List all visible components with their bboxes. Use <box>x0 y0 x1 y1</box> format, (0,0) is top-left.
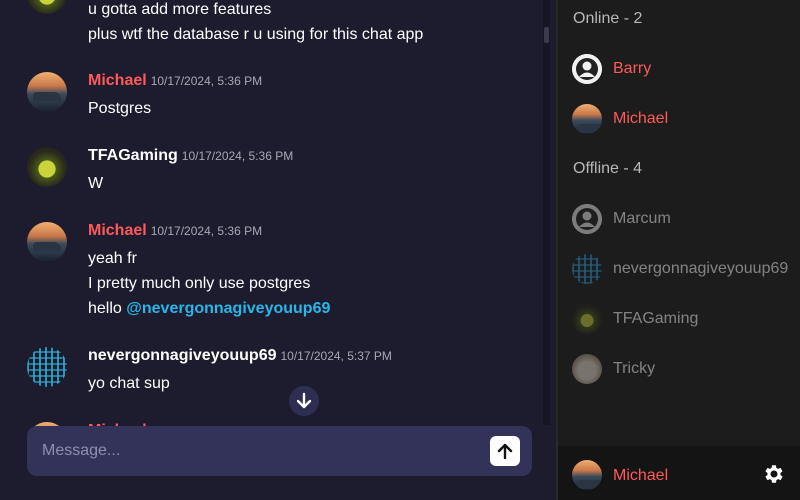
avatar[interactable] <box>27 0 67 14</box>
message-text: W <box>88 175 104 192</box>
member-name: TFAGaming <box>613 310 699 327</box>
avatar[interactable] <box>27 72 67 112</box>
settings-button[interactable] <box>762 462 786 486</box>
message-text: Postgres <box>88 100 152 117</box>
avatar <box>572 254 602 284</box>
online-section-title: Online - 2 <box>573 10 643 27</box>
chat-panel: u gotta add more features plus wtf the d… <box>0 0 556 500</box>
current-user-bar: Michael <box>558 446 800 500</box>
member-list: Online - 2 Barry Michael Offline - 4 Mar… <box>558 0 800 500</box>
message-text: yo chat sup <box>88 375 170 392</box>
message-input[interactable] <box>42 426 482 476</box>
user-mention[interactable]: @nevergonnagiveyouup69 <box>126 300 330 317</box>
message-author[interactable]: nevergonnagiveyouup69 <box>88 347 277 364</box>
current-user-name: Michael <box>613 467 669 484</box>
message-text-part: hello <box>88 300 122 317</box>
gear-icon <box>765 465 783 483</box>
message-timestamp: 10/17/2024, 5:37 PM <box>280 349 392 363</box>
member-name: nevergonnagiveyouup69 <box>613 260 789 277</box>
avatar <box>572 304 602 334</box>
member-item[interactable]: Michael <box>558 99 800 139</box>
arrow-up-icon <box>497 443 513 460</box>
message-header: TFAGaming 10/17/2024, 5:36 PM <box>88 147 293 165</box>
jump-to-bottom-button[interactable] <box>289 386 319 416</box>
message-timestamp: 10/17/2024, 5:36 PM <box>150 74 263 88</box>
message-author[interactable]: Michael <box>88 72 147 89</box>
message-text: yeah fr <box>88 250 137 267</box>
default-avatar-icon <box>572 54 602 84</box>
message-timestamp: 10/17/2024, 5:36 PM <box>150 224 263 238</box>
message-header: Michael 10/17/2024, 5:36 PM <box>88 72 262 90</box>
message-author[interactable]: Michael <box>88 222 147 239</box>
member-item[interactable]: TFAGaming <box>558 299 800 339</box>
member-name: Marcum <box>613 210 671 227</box>
default-avatar-icon <box>572 204 602 234</box>
message-text: I pretty much only use postgres <box>88 275 311 292</box>
message-header: Michael 10/17/2024, 5:36 PM <box>88 222 262 240</box>
avatar[interactable] <box>27 222 67 262</box>
send-button[interactable] <box>490 436 520 466</box>
avatar <box>572 104 602 134</box>
message-author[interactable]: TFAGaming <box>88 147 178 164</box>
avatar[interactable] <box>27 147 67 187</box>
member-item[interactable]: nevergonnagiveyouup69 <box>558 249 800 289</box>
member-item[interactable]: Marcum <box>558 199 800 239</box>
avatar <box>572 354 602 384</box>
member-item[interactable]: Barry <box>558 49 800 89</box>
member-name: Tricky <box>613 360 656 377</box>
message-header: nevergonnagiveyouup69 10/17/2024, 5:37 PM <box>88 347 392 365</box>
message-timestamp: 10/17/2024, 5:36 PM <box>181 149 294 163</box>
scrollbar-thumb[interactable] <box>544 27 549 43</box>
message-text: plus wtf the database r u using for this… <box>88 26 424 43</box>
message-text: hello @nevergonnagiveyouup69 <box>88 300 330 318</box>
member-name: Barry <box>613 60 652 77</box>
avatar[interactable] <box>27 347 67 387</box>
message-composer <box>27 426 532 476</box>
member-name: Michael <box>613 110 669 127</box>
avatar[interactable] <box>572 460 602 490</box>
message-text: u gotta add more features <box>88 1 272 18</box>
member-item[interactable]: Tricky <box>558 349 800 389</box>
arrow-down-icon <box>296 392 312 409</box>
scrollbar-track[interactable] <box>543 0 550 425</box>
offline-section-title: Offline - 4 <box>573 160 643 177</box>
